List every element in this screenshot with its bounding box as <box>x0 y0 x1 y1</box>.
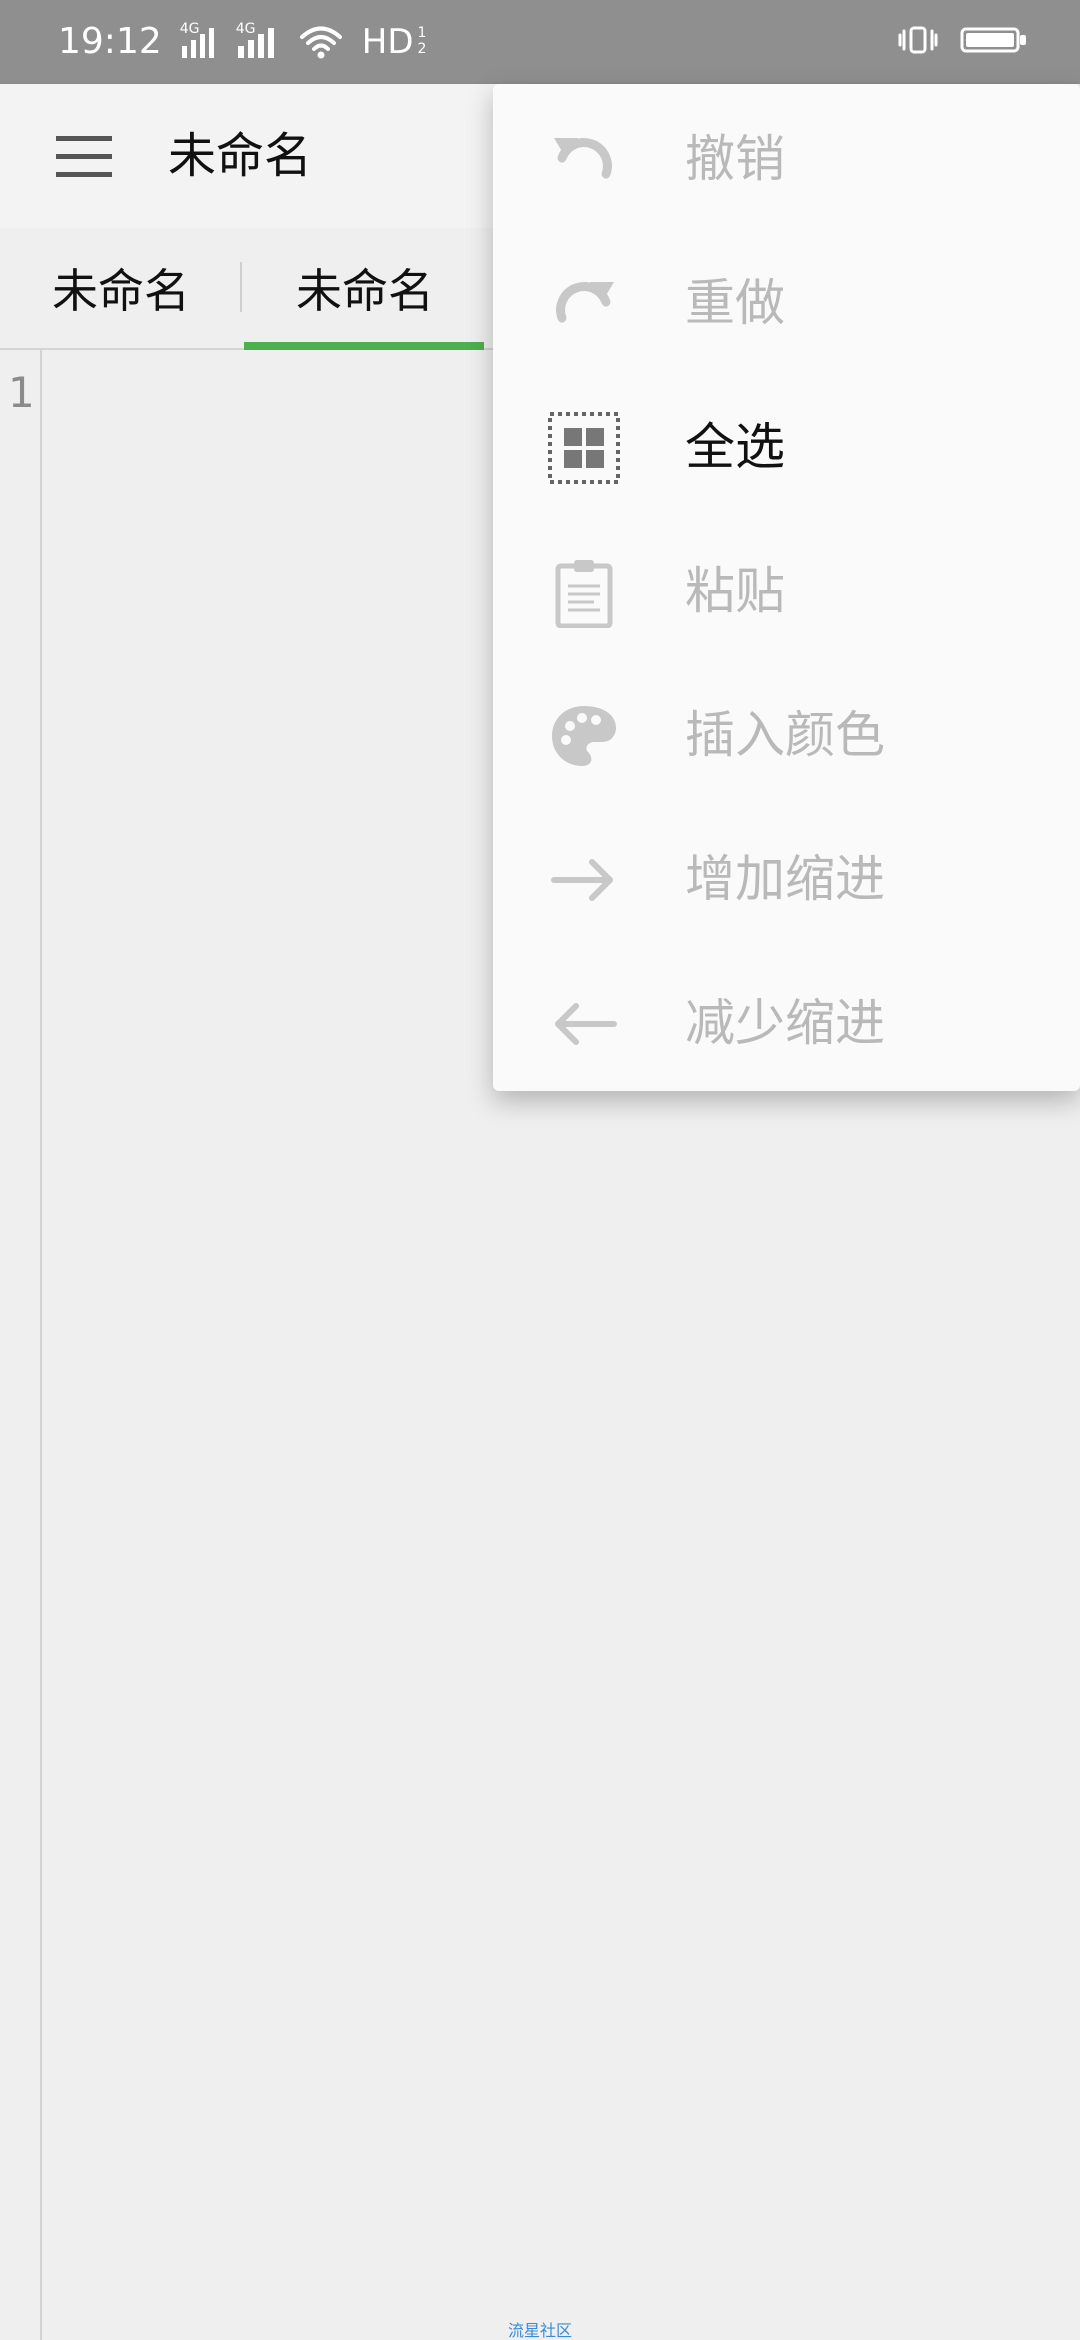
palette-icon <box>552 706 616 766</box>
menu-icon-bar-3 <box>56 172 112 177</box>
menu-item-select-all[interactable]: 全选 <box>493 372 1080 516</box>
signal-icon <box>237 28 274 58</box>
signal-icon <box>181 28 214 58</box>
menu-item-label: 撤销 <box>685 130 785 188</box>
page-title: 未命名 <box>168 128 313 184</box>
menu-icon[interactable] <box>56 136 112 180</box>
menu-item-decrease-indent[interactable]: 减少缩进 <box>493 948 1080 1092</box>
signal-group-2: 4G <box>236 22 280 60</box>
menu-item-label: 增加缩进 <box>685 850 885 908</box>
select-all-icon <box>548 412 620 484</box>
menu-item-label: 粘贴 <box>685 562 785 620</box>
watermark-text: 流星社区 <box>508 2321 573 2340</box>
menu-item-label: 插入颜色 <box>685 706 885 764</box>
battery-icon <box>960 27 1026 53</box>
overflow-menu: 撤销 重做 全选 粘贴 插入颜色 增加缩进 减少缩进 <box>493 84 1080 1091</box>
menu-item-label: 重做 <box>685 274 785 332</box>
line-number: 1 <box>8 368 35 417</box>
hd-sub-2: 2 <box>417 41 427 57</box>
tab-divider <box>240 262 242 312</box>
arrow-right-icon <box>551 859 613 901</box>
arrow-left-icon <box>555 1003 617 1045</box>
signal-group-1: 4G <box>180 22 218 60</box>
line-number-gutter: 1 <box>0 350 42 2340</box>
undo-icon <box>554 138 612 179</box>
status-left: 19:12 4G 4G HD 1 2 <box>58 21 427 63</box>
wifi-icon <box>299 26 342 59</box>
menu-icon-bar-1 <box>56 136 112 141</box>
status-bar: 19:12 4G 4G HD 1 2 <box>0 0 1080 84</box>
hd-subscripts: 1 2 <box>418 26 427 56</box>
menu-item-label: 减少缩进 <box>685 994 885 1052</box>
menu-item-insert-color[interactable]: 插入颜色 <box>493 660 1080 804</box>
tab-untitled-1[interactable]: 未命名 <box>0 228 242 348</box>
tab-active-indicator <box>244 342 484 350</box>
redo-icon <box>556 282 614 323</box>
menu-item-increase-indent[interactable]: 增加缩进 <box>493 804 1080 948</box>
hd-indicator: HD 1 2 <box>362 22 427 62</box>
status-time: 19:12 <box>58 21 162 62</box>
menu-icon-bar-2 <box>56 154 112 159</box>
menu-item-redo[interactable]: 重做 <box>493 228 1080 372</box>
clipboard-icon <box>555 560 613 628</box>
tab-label: 未命名 <box>296 264 434 318</box>
menu-item-label: 全选 <box>685 418 785 476</box>
hd-text: HD <box>361 22 414 62</box>
menu-item-paste[interactable]: 粘贴 <box>493 516 1080 660</box>
hd-sub-1: 1 <box>417 25 427 41</box>
tab-label: 未命名 <box>52 264 190 318</box>
status-right <box>894 22 1028 58</box>
tab-untitled-2[interactable]: 未命名 <box>244 228 486 348</box>
menu-item-undo[interactable]: 撤销 <box>493 84 1080 228</box>
vibrate-icon <box>898 26 938 54</box>
